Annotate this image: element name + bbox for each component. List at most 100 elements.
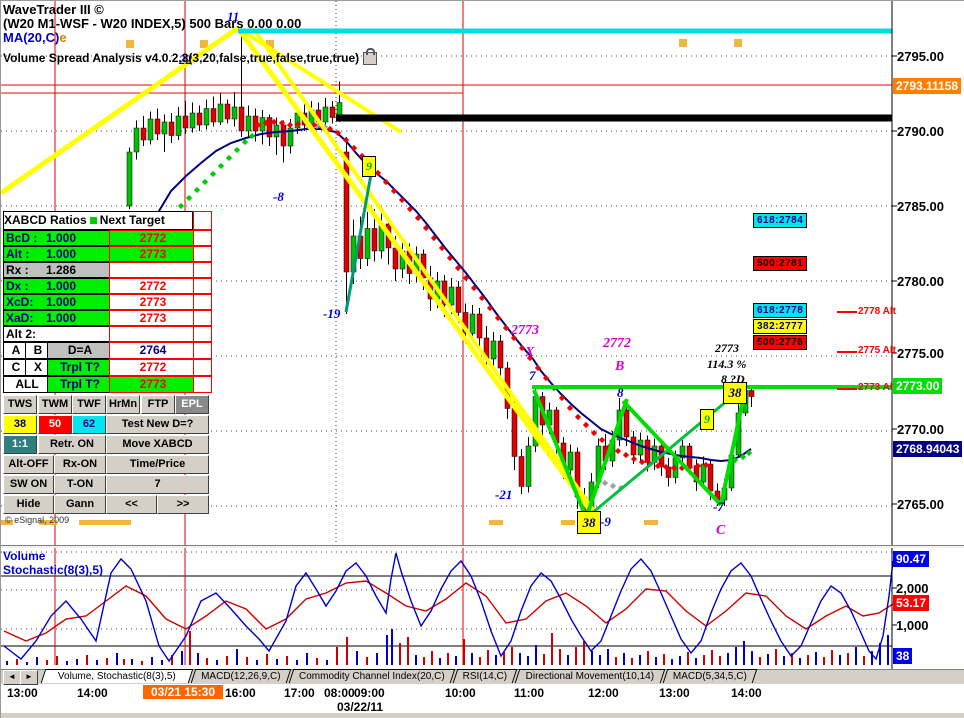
price-axis-label: 2790.00 — [897, 124, 944, 139]
vsa-study-label: Volume Spread Analysis v4.0.2.3(3,20,fal… — [3, 48, 378, 66]
table-cell: ALL — [3, 376, 49, 393]
panel-button--[interactable]: << — [106, 495, 157, 514]
status-strip — [1, 713, 964, 718]
lock-icon[interactable] — [363, 48, 378, 66]
wave-label: -9 — [600, 514, 611, 529]
panel-button-rx-on[interactable]: Rx-ON — [54, 455, 106, 474]
panel-button-twf[interactable]: TWF — [72, 395, 106, 414]
panel-button-twm[interactable]: TWM — [38, 395, 72, 414]
panel-button-test-new-d-[interactable]: Test New D=? — [106, 415, 209, 434]
table-cell: BcD :1.000 — [3, 230, 111, 246]
panel-button-alt-off[interactable]: Alt-OFF — [3, 455, 54, 474]
tab-label: RSI(14,C) — [462, 671, 508, 682]
table-cell: B — [25, 342, 49, 359]
table-header-col1: XABCD Ratios — [4, 213, 87, 227]
panel-button--[interactable]: >> — [157, 495, 209, 514]
wave-label: 7 — [529, 368, 536, 383]
price-axis-label: 2775.00 — [897, 346, 944, 361]
wave-count-box: 9 — [700, 409, 714, 430]
wave-count-box: 9 — [362, 156, 376, 177]
table-cell: 2772 — [109, 359, 195, 376]
panel-button-time-price[interactable]: Time/Price — [106, 455, 209, 474]
price-badge: 2793.11158 — [893, 78, 962, 94]
panel-button-retr-on[interactable]: Retr. ON — [38, 435, 106, 454]
table-cell — [109, 262, 195, 278]
table-cell — [193, 211, 212, 230]
indicator-axis-label: 2,000 — [896, 581, 929, 596]
green-square-icon — [89, 217, 97, 224]
pane-divider-light — [1, 546, 964, 548]
table-cell: X — [25, 359, 49, 376]
panel-button-hide[interactable]: Hide — [3, 495, 54, 514]
wave-label: -21 — [495, 487, 513, 502]
time-axis-label: 11:00 — [514, 686, 545, 700]
wave-label: C — [716, 523, 726, 538]
panel-button-38[interactable]: 38 — [3, 415, 37, 434]
indicator-badge: 90.47 — [893, 551, 930, 567]
table-cell: Trpl T? — [47, 359, 111, 376]
wave-count-box: 38 — [577, 511, 601, 534]
table-cell — [193, 246, 212, 262]
price-badge: 2773.00 — [893, 378, 943, 394]
fib-level-badge: 618:2784 — [753, 213, 808, 228]
panel-button-gann[interactable]: Gann — [54, 495, 106, 514]
tab-macd-5-34-5-c-[interactable]: MACD(5,34,5,C) — [662, 669, 758, 683]
time-axis-label: 09:00 — [354, 686, 385, 700]
panel-button-hrmn[interactable]: HrMn — [106, 395, 140, 414]
table-cell — [193, 376, 212, 393]
table-cell — [193, 310, 212, 326]
price-axis-label: 2765.00 — [897, 497, 944, 512]
panel-button-move-xabcd[interactable]: Move XABCD — [106, 435, 209, 454]
ma-study-label: MA(20,C)e — [3, 30, 67, 45]
fib-level-badge: 618:2778 — [753, 303, 808, 318]
copyright: © eSignal, 2009 — [5, 515, 70, 525]
panel-button-7[interactable]: 7 — [106, 475, 209, 494]
price-axis-label: 2785.00 — [897, 199, 944, 214]
tab-scroll-right-button[interactable]: ► — [20, 670, 38, 685]
panel-button-1-1[interactable]: 1:1 — [3, 435, 37, 454]
table-cell: 2764 — [109, 342, 195, 359]
table-cell: Trpl T? — [47, 376, 111, 393]
tab-label: MACD(5,34,5,C) — [672, 671, 747, 682]
alt-target-label: 2775 Alt — [858, 345, 896, 356]
tab-scroll-left-button[interactable]: ◄ — [3, 670, 21, 685]
panel-button-ftp[interactable]: FTP — [141, 395, 175, 414]
wave-label: 8 — [617, 385, 624, 400]
wave-label: -8 — [273, 189, 284, 204]
vsa-label-text: Volume Spread Analysis v4.0.2.3(3,20,fal… — [3, 51, 360, 65]
panel-button-t-on[interactable]: T-ON — [54, 475, 106, 494]
panel-button-62[interactable]: 62 — [72, 415, 106, 434]
time-axis-label: 10:00 — [445, 686, 476, 700]
panel-button-tws[interactable]: TWS — [3, 395, 37, 414]
tab-directional-movement-10-14-[interactable]: Directional Movement(10,14) — [514, 669, 666, 683]
wavetrader-window: WaveTrader III © (W20 M1-WSF - W20 INDEX… — [0, 0, 964, 718]
tab-macd-12-26-9-c-[interactable]: MACD(12,26,9,C) — [190, 669, 292, 683]
tab-volume-stochastic-8-3-5-[interactable]: Volume, Stochastic(8(3),5) — [40, 669, 194, 683]
table-cell — [193, 230, 212, 246]
panel-button-sw-on[interactable]: SW ON — [3, 475, 54, 494]
ma-label-suffix: e — [59, 30, 67, 45]
table-cell — [109, 326, 195, 342]
panel-button-50[interactable]: 50 — [38, 415, 72, 434]
wave-label: 2773 — [715, 341, 739, 355]
table-cell: 2773 — [109, 310, 195, 326]
price-axis-label: 2780.00 — [897, 274, 944, 289]
table-cell — [193, 294, 212, 310]
table-cell: Alt 2: — [3, 326, 111, 342]
table-cell — [193, 342, 212, 359]
table-cell: Dx :1.000 — [3, 278, 111, 294]
panel-button-epl[interactable]: EPL — [175, 395, 209, 414]
table-cell: A — [3, 342, 27, 359]
tab-rsi-14-c-[interactable]: RSI(14,C) — [452, 669, 518, 683]
table-cell — [193, 326, 212, 342]
table-cell: 2772 — [109, 230, 195, 246]
table-cell: XaD: 1.000 — [3, 310, 111, 326]
fib-level-badge: 500:2781 — [753, 256, 808, 271]
time-axis-label: 08:00 — [324, 686, 355, 700]
fib-level-badge: 500:2776 — [753, 335, 808, 350]
time-axis-label: 13:00 — [7, 686, 38, 700]
table-cell: Rx :1.286 — [3, 262, 111, 278]
tab-commodity-channel-index-20-c-[interactable]: Commodity Channel Index(20,C) — [288, 669, 456, 683]
price-badge: 2768.94043 — [893, 441, 963, 457]
table-cell: Alt :1.000 — [3, 246, 111, 262]
